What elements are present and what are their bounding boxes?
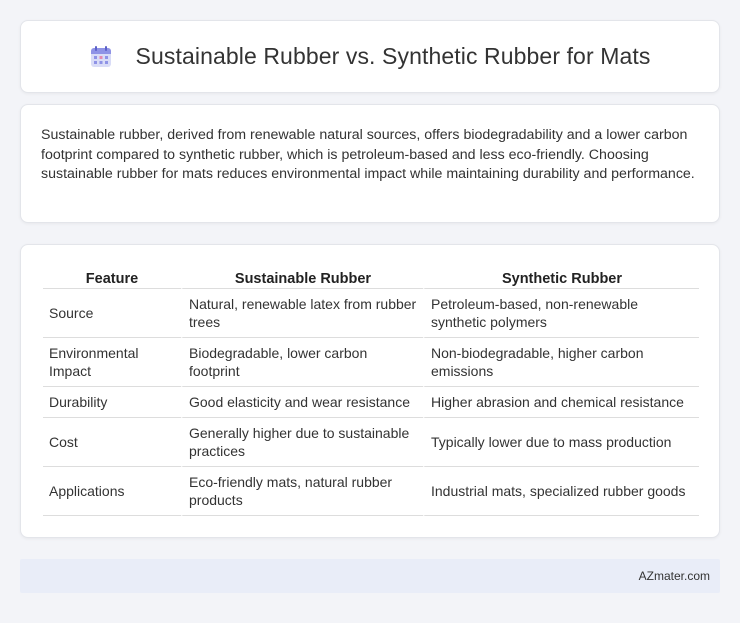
cell-sustainable: Eco-friendly mats, natural rubber produc… xyxy=(181,467,423,516)
header-feature: Feature xyxy=(43,267,181,289)
cell-sustainable: Generally higher due to sustainable prac… xyxy=(181,418,423,467)
cell-synthetic: Non-biodegradable, higher carbon emissio… xyxy=(423,338,699,387)
comparison-table-card: Feature Sustainable Rubber Synthetic Rub… xyxy=(20,244,720,538)
summary-text: Sustainable rubber, derived from renewab… xyxy=(41,127,695,182)
cell-sustainable: Natural, renewable latex from rubber tre… xyxy=(181,289,423,338)
table-row: Source Natural, renewable latex from rub… xyxy=(43,289,699,338)
cell-feature: Applications xyxy=(43,467,181,516)
cell-synthetic: Higher abrasion and chemical resistance xyxy=(423,387,699,418)
cell-feature: Durability xyxy=(43,387,181,418)
cell-sustainable: Good elasticity and wear resistance xyxy=(181,387,423,418)
table-row: Cost Generally higher due to sustainable… xyxy=(43,418,699,467)
cell-sustainable: Biodegradable, lower carbon footprint xyxy=(181,338,423,387)
cell-synthetic: Petroleum-based, non-renewable synthetic… xyxy=(423,289,699,338)
cell-feature: Source xyxy=(43,289,181,338)
header-synthetic-rubber: Synthetic Rubber xyxy=(423,267,699,289)
cell-feature: Cost xyxy=(43,418,181,467)
cell-feature: Environmental Impact xyxy=(43,338,181,387)
cell-synthetic: Industrial mats, specialized rubber good… xyxy=(423,467,699,516)
table-row: Durability Good elasticity and wear resi… xyxy=(43,387,699,418)
title-wrap: Sustainable Rubber vs. Synthetic Rubber … xyxy=(90,43,651,70)
footer-bar: AZmater.com xyxy=(20,559,720,593)
page-title: Sustainable Rubber vs. Synthetic Rubber … xyxy=(135,43,651,69)
cell-synthetic: Typically lower due to mass production xyxy=(423,418,699,467)
table-header-row: Feature Sustainable Rubber Synthetic Rub… xyxy=(43,267,699,289)
table-row: Environmental Impact Biodegradable, lowe… xyxy=(43,338,699,387)
calendar-icon xyxy=(90,45,111,67)
title-card: Sustainable Rubber vs. Synthetic Rubber … xyxy=(20,20,720,93)
table-row: Applications Eco-friendly mats, natural … xyxy=(43,467,699,516)
comparison-table: Feature Sustainable Rubber Synthetic Rub… xyxy=(43,267,699,516)
footer-site-name[interactable]: AZmater.com xyxy=(639,569,710,583)
summary-card: Sustainable rubber, derived from renewab… xyxy=(20,104,720,223)
header-sustainable-rubber: Sustainable Rubber xyxy=(181,267,423,289)
